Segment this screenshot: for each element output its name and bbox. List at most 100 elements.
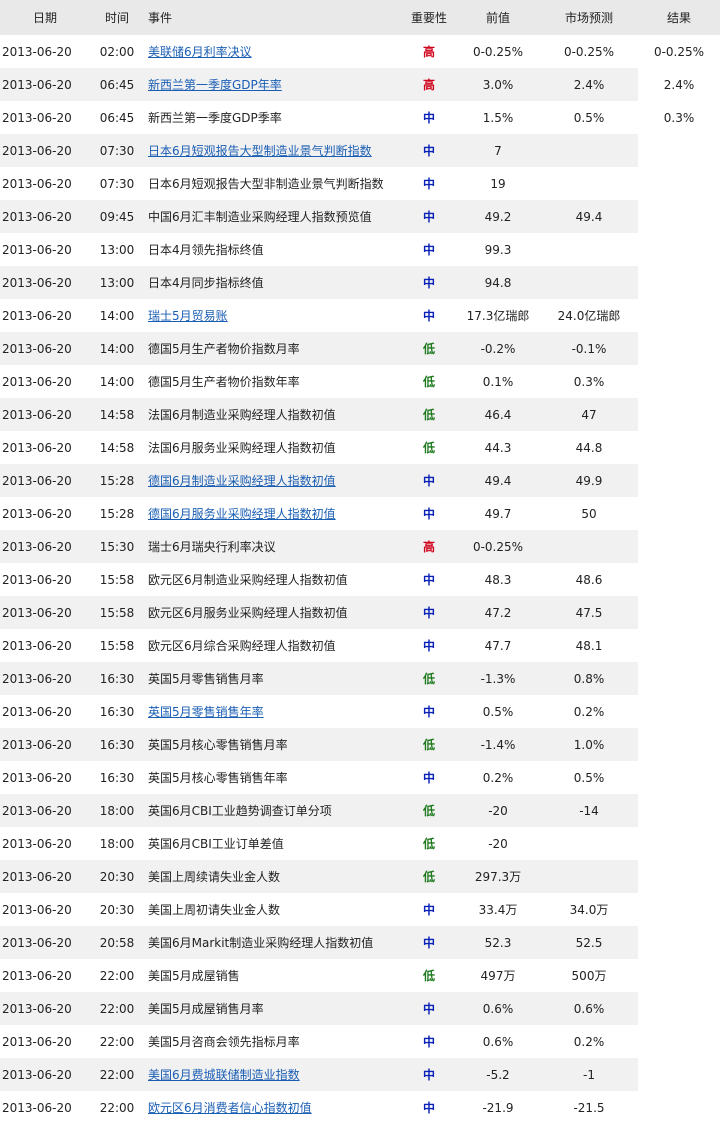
row-date: 2013-06-20	[0, 860, 90, 893]
event-link[interactable]: 德国6月制造业采购经理人指数初值	[148, 474, 336, 488]
row-previous: 17.3亿瑞郎	[456, 299, 540, 332]
importance-badge: 中	[422, 705, 435, 719]
table-row: 2013-06-20 15:58 欧元区6月服务业采购经理人指数初值 中 47.2 47.…	[0, 596, 720, 629]
event-link[interactable]: 美国6月费城联储制造业指数	[148, 1068, 300, 1082]
row-previous: -20	[456, 827, 540, 860]
row-importance: 中	[402, 1058, 456, 1091]
row-time: 14:00	[90, 365, 144, 398]
row-forecast: 24.0亿瑞郎	[540, 299, 638, 332]
row-result	[638, 629, 720, 662]
row-date: 2013-06-20	[0, 1025, 90, 1058]
row-importance: 高	[402, 530, 456, 563]
row-previous: 33.4万	[456, 893, 540, 926]
event-label: 英国6月CBI工业订单差值	[148, 837, 284, 851]
event-link[interactable]: 美联储6月利率决议	[148, 45, 252, 59]
row-date: 2013-06-20	[0, 365, 90, 398]
table-row: 2013-06-20 14:58 法国6月服务业采购经理人指数初值 低 44.3 44.8	[0, 431, 720, 464]
row-previous: 19	[456, 167, 540, 200]
row-importance: 中	[402, 1025, 456, 1058]
row-importance: 中	[402, 695, 456, 728]
importance-badge: 高	[422, 45, 435, 59]
importance-badge: 中	[422, 243, 435, 257]
row-date: 2013-06-20	[0, 332, 90, 365]
row-forecast: -21.5	[540, 1091, 638, 1124]
row-previous: 1.5%	[456, 101, 540, 134]
row-event: 美联储6月利率决议	[144, 35, 402, 68]
row-importance: 低	[402, 398, 456, 431]
row-time: 09:45	[90, 200, 144, 233]
importance-badge: 中	[422, 936, 435, 950]
row-date: 2013-06-20	[0, 1058, 90, 1091]
row-result	[638, 761, 720, 794]
row-result	[638, 497, 720, 530]
row-forecast: 49.9	[540, 464, 638, 497]
table-row: 2013-06-20 15:58 欧元区6月综合采购经理人指数初值 中 47.7 48.1	[0, 629, 720, 662]
row-date: 2013-06-20	[0, 200, 90, 233]
event-label: 新西兰第一季度GDP季率	[148, 111, 282, 125]
row-forecast: 49.4	[540, 200, 638, 233]
header-previous: 前值	[456, 0, 540, 35]
row-importance: 低	[402, 332, 456, 365]
importance-badge: 中	[422, 1068, 435, 1082]
table-row: 2013-06-20 16:30 英国5月零售销售月率 低 -1.3% 0.8%	[0, 662, 720, 695]
header-date: 日期	[0, 0, 90, 35]
importance-badge: 低	[422, 969, 435, 983]
event-link[interactable]: 瑞士5月贸易账	[148, 309, 228, 323]
row-forecast: 0.6%	[540, 992, 638, 1025]
row-previous: 0.6%	[456, 1025, 540, 1058]
row-time: 16:30	[90, 662, 144, 695]
row-importance: 低	[402, 728, 456, 761]
row-result	[638, 695, 720, 728]
importance-badge: 中	[422, 144, 435, 158]
row-result	[638, 992, 720, 1025]
row-forecast	[540, 167, 638, 200]
row-importance: 中	[402, 497, 456, 530]
table-row: 2013-06-20 22:00 美国5月咨商会领先指标月率 中 0.6% 0.2%	[0, 1025, 720, 1058]
importance-badge: 中	[422, 177, 435, 191]
row-forecast: -1	[540, 1058, 638, 1091]
row-date: 2013-06-20	[0, 134, 90, 167]
row-event: 法国6月制造业采购经理人指数初值	[144, 398, 402, 431]
row-forecast: -14	[540, 794, 638, 827]
row-forecast: 0.5%	[540, 761, 638, 794]
row-time: 22:00	[90, 1058, 144, 1091]
row-previous: -21.9	[456, 1091, 540, 1124]
event-label: 美国6月Markit制造业采购经理人指数初值	[148, 936, 374, 950]
row-event: 英国5月核心零售销售年率	[144, 761, 402, 794]
event-link[interactable]: 英国5月零售销售年率	[148, 705, 264, 719]
row-forecast: -0.1%	[540, 332, 638, 365]
event-link[interactable]: 新西兰第一季度GDP年率	[148, 78, 282, 92]
row-forecast	[540, 827, 638, 860]
event-link[interactable]: 德国6月服务业采购经理人指数初值	[148, 507, 336, 521]
row-importance: 中	[402, 200, 456, 233]
row-forecast: 44.8	[540, 431, 638, 464]
row-previous: 49.4	[456, 464, 540, 497]
row-previous: 52.3	[456, 926, 540, 959]
event-link[interactable]: 日本6月短观报告大型制造业景气判断指数	[148, 144, 372, 158]
row-forecast: 0.2%	[540, 1025, 638, 1058]
row-forecast: 50	[540, 497, 638, 530]
row-previous: -20	[456, 794, 540, 827]
row-previous: 0.2%	[456, 761, 540, 794]
importance-badge: 低	[422, 375, 435, 389]
row-result	[638, 1058, 720, 1091]
row-time: 06:45	[90, 101, 144, 134]
row-event: 德国6月制造业采购经理人指数初值	[144, 464, 402, 497]
row-result	[638, 1025, 720, 1058]
row-event: 美国6月费城联储制造业指数	[144, 1058, 402, 1091]
table-row: 2013-06-20 16:30 英国5月零售销售年率 中 0.5% 0.2%	[0, 695, 720, 728]
row-forecast: 47.5	[540, 596, 638, 629]
row-time: 22:00	[90, 992, 144, 1025]
row-forecast	[540, 860, 638, 893]
row-time: 20:30	[90, 893, 144, 926]
row-time: 07:30	[90, 134, 144, 167]
table-row: 2013-06-20 16:30 英国5月核心零售销售月率 低 -1.4% 1.0%	[0, 728, 720, 761]
row-event: 英国6月CBI工业趋势调查订单分项	[144, 794, 402, 827]
row-time: 16:30	[90, 761, 144, 794]
row-result	[638, 596, 720, 629]
row-date: 2013-06-20	[0, 662, 90, 695]
row-result	[638, 299, 720, 332]
importance-badge: 低	[422, 672, 435, 686]
table-row: 2013-06-20 22:00 美国5月成屋销售 低 497万 500万	[0, 959, 720, 992]
row-forecast	[540, 134, 638, 167]
